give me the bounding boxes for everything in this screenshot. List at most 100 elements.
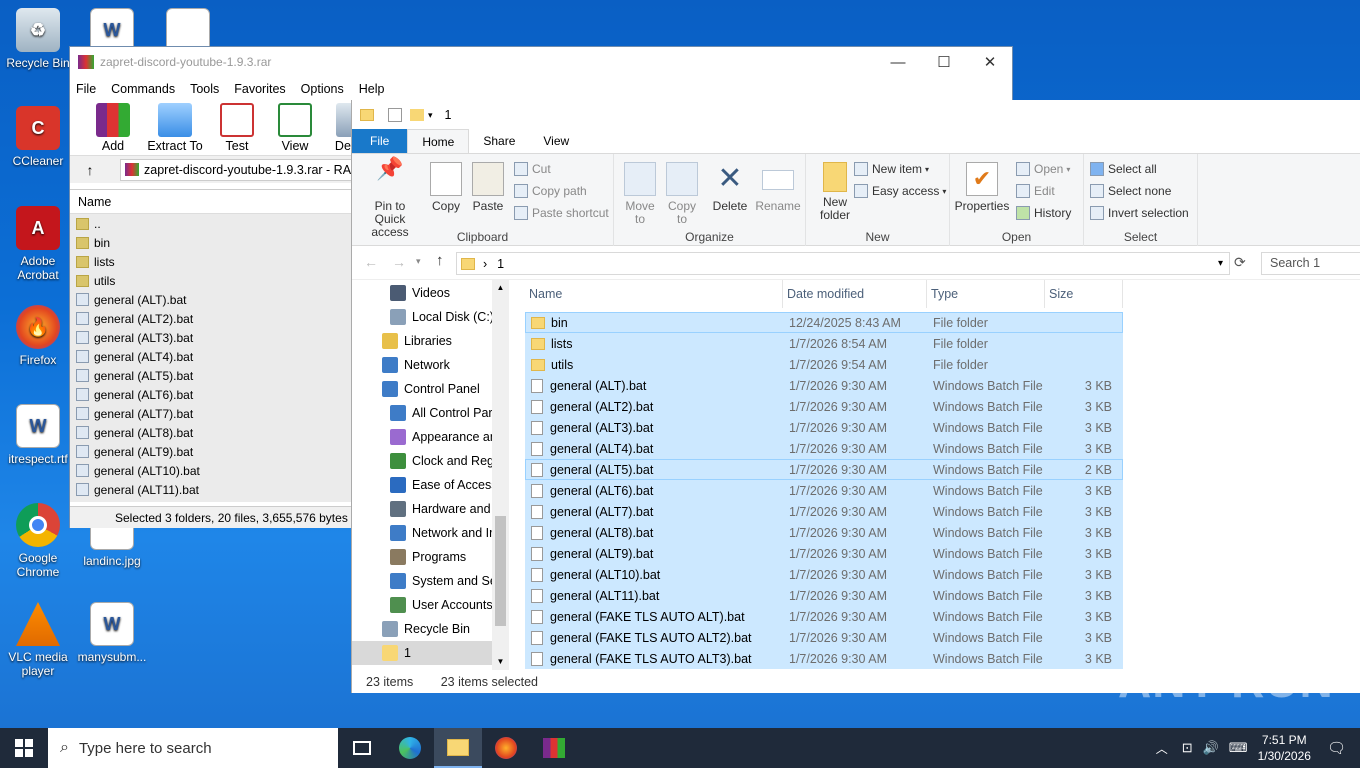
file-row[interactable]: general (FAKE TLS AUTO ALT).bat 1/7/2026 … <box>525 606 1123 627</box>
new-folder-button[interactable]: New folder <box>812 162 858 222</box>
column-type[interactable]: Type <box>927 280 1045 308</box>
file-row[interactable]: general (ALT9).bat 1/7/2026 9:30 AM Window… <box>525 543 1123 564</box>
nav-item[interactable]: Local Disk (C:) <box>352 305 509 329</box>
file-row[interactable]: general (ALT3).bat 1/7/2026 9:30 AM Window… <box>525 417 1123 438</box>
up-arrow-icon[interactable]: ↑ <box>436 252 444 269</box>
pin-quick-access-button[interactable]: 📌 Pin to Quick access <box>358 158 422 239</box>
invert-selection-button[interactable]: Invert selection <box>1090 206 1189 220</box>
properties-qat-icon[interactable] <box>388 108 402 122</box>
edit-button[interactable]: Edit <box>1016 184 1055 198</box>
easy-access-button[interactable]: Easy access ▾ <box>854 184 946 198</box>
winrar-list-item[interactable]: general (ALT4).bat <box>70 347 351 366</box>
navigation-scrollbar[interactable]: ▲ ▼ <box>492 280 509 670</box>
file-row[interactable]: bin 12/24/2025 8:43 AM File folder <box>525 312 1123 333</box>
nav-item[interactable]: Control Panel <box>352 377 509 401</box>
file-row[interactable]: general (FAKE TLS AUTO ALT3).bat 1/7/2026… <box>525 648 1123 669</box>
menu-file[interactable]: File <box>76 82 96 96</box>
recent-chevron-icon[interactable]: ▾ <box>416 256 421 267</box>
tab-file[interactable]: File <box>352 129 408 153</box>
desktop-icon-itrespect[interactable]: W itrespect.rtf <box>0 404 76 466</box>
clock[interactable]: 7:51 PM 1/30/2026 <box>1258 732 1311 764</box>
tab-share[interactable]: Share <box>469 129 529 153</box>
properties-button[interactable]: ✔ Properties <box>954 162 1010 213</box>
rename-button[interactable]: Rename <box>754 162 802 213</box>
winrar-list-item[interactable]: utils <box>70 271 351 290</box>
paste-button[interactable]: Paste <box>468 162 508 213</box>
input-icon[interactable]: ⌨ <box>1229 740 1248 756</box>
nav-item[interactable]: Clock and Regi <box>352 449 509 473</box>
nav-item[interactable]: Hardware and <box>352 497 509 521</box>
nav-item[interactable]: Network <box>352 353 509 377</box>
menu-favorites[interactable]: Favorites <box>234 82 285 96</box>
view-button[interactable]: View <box>266 101 324 155</box>
nav-item[interactable]: 1 <box>352 641 509 665</box>
cut-button[interactable]: Cut <box>514 162 551 176</box>
nav-item[interactable]: Videos <box>352 281 509 305</box>
scroll-thumb[interactable] <box>495 516 506 626</box>
winrar-list-item[interactable]: general (ALT5).bat <box>70 366 351 385</box>
file-row[interactable]: general (ALT5).bat 1/7/2026 9:30 AM Window… <box>525 459 1123 480</box>
winrar-list-item[interactable]: general (ALT2).bat <box>70 309 351 328</box>
nav-item[interactable]: Appearance an <box>352 425 509 449</box>
file-row[interactable]: general (ALT11).bat 1/7/2026 9:30 AM Windo… <box>525 585 1123 606</box>
add-button[interactable]: Add <box>84 101 142 155</box>
select-none-button[interactable]: Select none <box>1090 184 1171 198</box>
nav-item[interactable]: All Control Par <box>352 401 509 425</box>
paste-shortcut-button[interactable]: Paste shortcut <box>514 206 609 220</box>
file-row[interactable]: utils 1/7/2026 9:54 AM File folder <box>525 354 1123 375</box>
desktop-icon-chrome[interactable]: Google Chrome <box>0 503 76 579</box>
address-dropdown-icon[interactable]: ▾ <box>1218 258 1223 269</box>
file-row[interactable]: general (FAKE TLS AUTO ALT2).bat 1/7/2026… <box>525 627 1123 648</box>
nav-item[interactable]: User Accounts <box>352 593 509 617</box>
column-name[interactable]: Name <box>525 280 783 308</box>
winrar-list-item[interactable]: lists <box>70 252 351 271</box>
nav-item[interactable]: System and Sec <box>352 569 509 593</box>
winrar-list-item[interactable]: general (ALT10).bat <box>70 461 351 480</box>
new-folder-qat-icon[interactable] <box>410 109 424 121</box>
minimize-button[interactable]: — <box>875 47 921 77</box>
desktop-icon-recycle-bin[interactable]: ♻ Recycle Bin <box>0 8 76 70</box>
extract-to-button[interactable]: Extract To <box>142 101 208 155</box>
breadcrumb[interactable]: 1 <box>497 257 504 271</box>
tray-chevron-icon[interactable]: ︿ <box>1156 740 1168 757</box>
start-button[interactable] <box>0 728 48 768</box>
move-to-button[interactable]: Move to <box>620 162 660 226</box>
copy-button[interactable]: Copy <box>426 162 466 213</box>
nav-item[interactable]: Programs <box>352 545 509 569</box>
menu-help[interactable]: Help <box>359 82 385 96</box>
up-arrow-icon[interactable]: ↑ <box>70 162 110 178</box>
winrar-list-item[interactable]: general (ALT11).bat <box>70 480 351 499</box>
file-row[interactable]: general (ALT8).bat 1/7/2026 9:30 AM Window… <box>525 522 1123 543</box>
desktop-icon-firefox[interactable]: 🔥 Firefox <box>0 305 76 367</box>
open-button[interactable]: Open ▾ <box>1016 162 1070 176</box>
volume-icon[interactable]: 🔊 <box>1203 740 1219 756</box>
new-item-button[interactable]: New item ▾ <box>854 162 929 176</box>
desktop-icon-acrobat[interactable]: A Adobe Acrobat <box>0 206 76 282</box>
file-row[interactable]: general (ALT).bat 1/7/2026 9:30 AM Windows… <box>525 375 1123 396</box>
notifications-icon[interactable]: 🗨 <box>1327 739 1346 757</box>
menu-commands[interactable]: Commands <box>111 82 175 96</box>
history-button[interactable]: History <box>1016 206 1071 220</box>
file-row[interactable]: general (ALT7).bat 1/7/2026 9:30 AM Window… <box>525 501 1123 522</box>
desktop-icon-manysubm[interactable]: W manysubm... <box>74 602 150 664</box>
column-date-modified[interactable]: Date modified <box>783 280 927 308</box>
taskbar-search-input[interactable]: ⌕ Type here to search <box>48 728 338 768</box>
winrar-list-item[interactable]: general (ALT9).bat <box>70 442 351 461</box>
desktop-icon-ccleaner[interactable]: C CCleaner <box>0 106 76 168</box>
file-row[interactable]: general (ALT6).bat 1/7/2026 9:30 AM Window… <box>525 480 1123 501</box>
winrar-list-item[interactable]: general (ALT).bat <box>70 290 351 309</box>
nav-item[interactable]: Recycle Bin <box>352 617 509 641</box>
winrar-column-name[interactable]: Name <box>70 190 351 214</box>
column-size[interactable]: Size <box>1045 280 1123 308</box>
network-icon[interactable]: ⊡ <box>1182 740 1193 756</box>
firefox-taskbar-icon[interactable] <box>482 728 530 768</box>
winrar-list-item[interactable]: general (ALT3).bat <box>70 328 351 347</box>
winrar-titlebar[interactable]: zapret-discord-youtube-1.9.3.rar <box>70 47 1012 77</box>
edge-icon[interactable] <box>386 728 434 768</box>
file-row[interactable]: general (ALT4).bat 1/7/2026 9:30 AM Window… <box>525 438 1123 459</box>
tab-home[interactable]: Home <box>407 129 470 153</box>
scroll-up-arrow-icon[interactable]: ▲ <box>492 280 509 296</box>
refresh-icon[interactable]: ⟳ <box>1234 254 1246 271</box>
winrar-list-item[interactable]: bin <box>70 233 351 252</box>
winrar-list-item[interactable]: general (ALT7).bat <box>70 404 351 423</box>
